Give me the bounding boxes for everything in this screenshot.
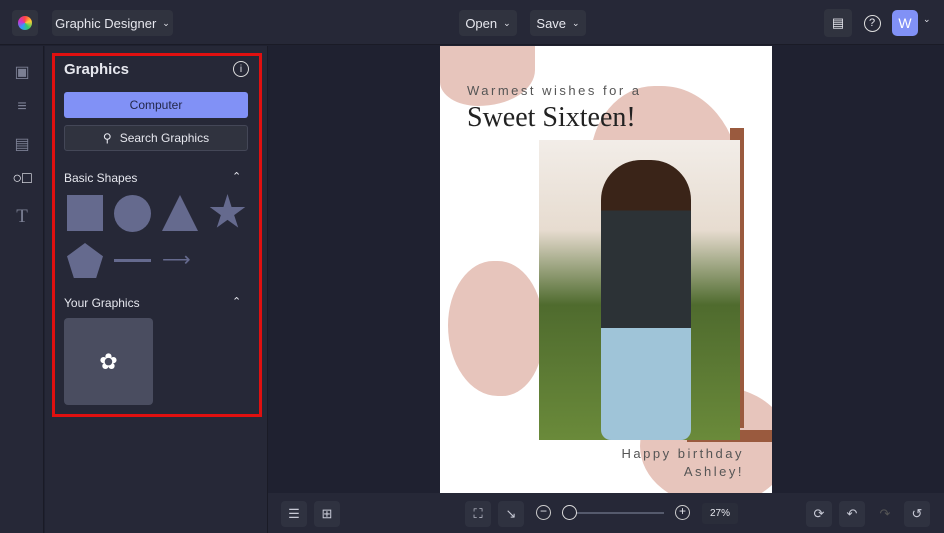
save-label: Save <box>536 15 567 31</box>
zoom-slider[interactable] <box>562 505 664 520</box>
undo-icon[interactable]: ↶ <box>839 501 865 527</box>
save-button[interactable]: Save ⌄ <box>530 10 586 36</box>
open-label: Open <box>465 15 498 31</box>
bottom-toolbar: ☰ ⊞ ⛶ ↘ − + 27% ⟳ ↶ ↷ ↺ <box>268 493 944 533</box>
person-silhouette <box>601 160 691 440</box>
tool-rail: ▣ ≡ ▤ ○□ T <box>0 46 44 533</box>
decor-blob <box>448 261 543 396</box>
replace-icon[interactable]: ⟳ <box>806 501 832 527</box>
adjustments-icon[interactable]: ≡ <box>12 98 32 118</box>
layers-icon[interactable]: ☰ <box>281 501 307 527</box>
design-canvas[interactable]: Warmest wishes for a Sweet Sixteen! Happ… <box>440 46 772 493</box>
chevron-down-icon: ⌄ <box>572 17 580 28</box>
history-icon[interactable]: ↺ <box>904 501 930 527</box>
avatar[interactable]: W <box>892 10 918 36</box>
zoom-out-icon[interactable]: − <box>536 505 551 520</box>
shrink-icon[interactable]: ↘ <box>498 501 524 527</box>
redo-icon[interactable]: ↷ <box>872 501 898 527</box>
open-button[interactable]: Open ⌄ <box>459 10 517 36</box>
app-name: Graphic Designer <box>55 15 157 31</box>
zoom-in-icon[interactable]: + <box>675 505 690 520</box>
birthday-line[interactable]: Happy birthday <box>622 446 744 461</box>
help-icon[interactable]: ? <box>858 9 886 37</box>
text-icon[interactable]: T <box>12 206 32 227</box>
top-bar: Graphic Designer ⌄ Open ⌄ Save ⌄ ▤ ? W ⌄ <box>0 0 944 45</box>
comments-icon[interactable]: ▤ <box>824 9 852 37</box>
zoom-slider-handle[interactable] <box>562 505 577 520</box>
highlight-box <box>52 53 262 417</box>
fit-screen-icon[interactable]: ⛶ <box>465 501 491 527</box>
chevron-down-icon[interactable]: ⌄ <box>923 14 931 25</box>
layout-icon[interactable]: ▤ <box>12 134 32 154</box>
app-logo[interactable] <box>12 10 38 36</box>
headline[interactable]: Sweet Sixteen! <box>467 102 636 134</box>
image-icon[interactable]: ▣ <box>12 62 32 82</box>
app-switcher-dropdown[interactable]: Graphic Designer ⌄ <box>52 10 173 36</box>
name-line[interactable]: Ashley! <box>684 464 744 479</box>
zoom-value[interactable]: 27% <box>702 503 738 524</box>
graphics-icon[interactable]: ○□ <box>12 170 32 190</box>
chevron-down-icon: ⌄ <box>162 17 170 28</box>
chevron-down-icon: ⌄ <box>503 17 511 28</box>
greeting-line[interactable]: Warmest wishes for a <box>467 83 642 98</box>
grid-icon[interactable]: ⊞ <box>314 501 340 527</box>
portrait-photo[interactable] <box>539 140 740 440</box>
